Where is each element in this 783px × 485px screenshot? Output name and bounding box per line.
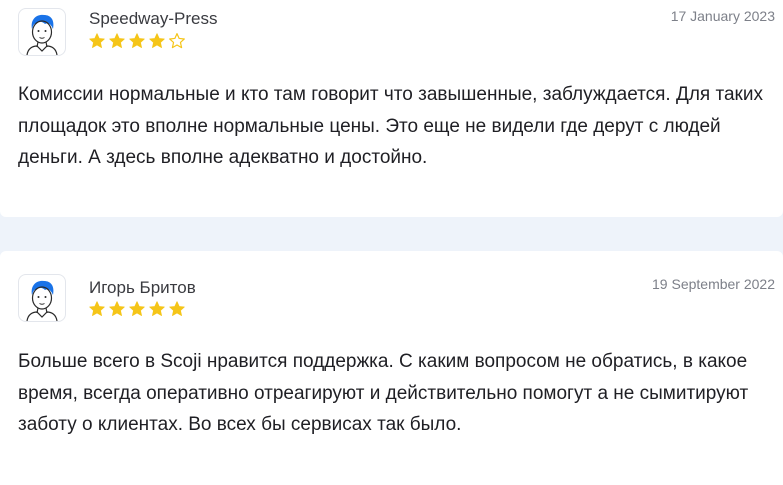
review-text: Комиссии нормальные и кто там говорит чт… (18, 84, 763, 168)
review-text: Больше всего в Scoji нравится поддержка.… (18, 351, 749, 435)
star-filled-icon (89, 33, 105, 48)
star-filled-icon (129, 33, 145, 48)
cartoon-person-icon (26, 14, 58, 55)
star-filled-icon (169, 301, 185, 316)
star-filled-icon (149, 33, 165, 48)
cartoon-person-icon (26, 280, 58, 321)
review-date: 17 January 2023 (670, 8, 775, 24)
review-author: Speedway-Press (89, 9, 218, 28)
star-empty-icon (169, 33, 185, 49)
rating-stars (88, 32, 186, 50)
avatar (18, 274, 66, 322)
star-filled-icon (149, 301, 165, 316)
star-filled-icon (129, 301, 145, 316)
avatar (18, 8, 66, 56)
star-filled-icon (109, 33, 125, 48)
review-date: 19 September 2022 (652, 276, 775, 292)
review-author: Игорь Бритов (89, 278, 196, 297)
star-filled-icon (89, 301, 105, 316)
review-card: Игорь Бритов 19 September 2022 Больше вс… (0, 251, 783, 485)
rating-stars (88, 300, 186, 318)
review-card: Speedway-Press 17 January 2023 Комиссии … (0, 0, 783, 217)
star-filled-icon (109, 301, 125, 316)
